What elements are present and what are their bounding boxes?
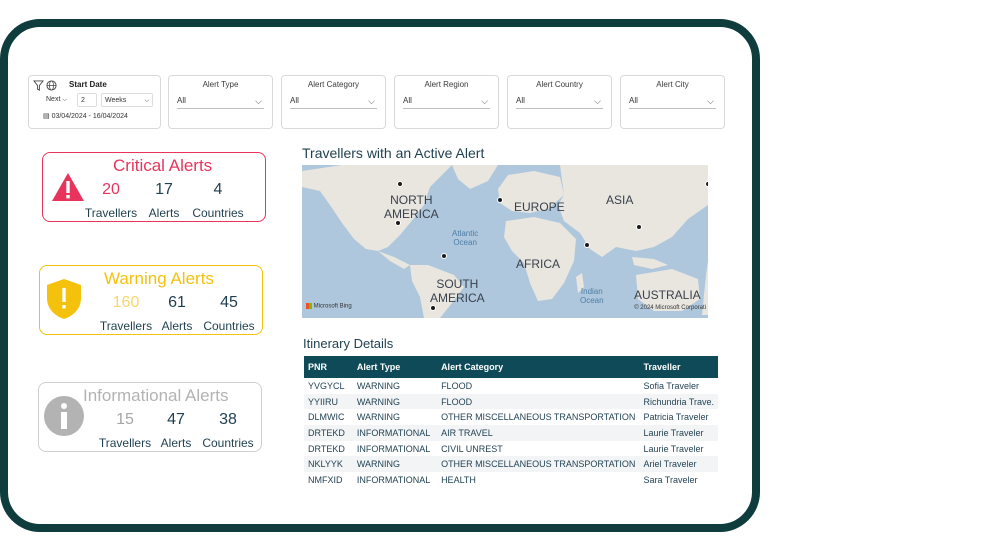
start-date-filter[interactable]: Start Date Next ⌵ 2 Weeks ⌵ ▤ 03/04/2024 … <box>28 75 161 129</box>
critical-title: Critical Alerts <box>113 156 213 175</box>
traveller-marker[interactable] <box>430 305 436 311</box>
column-header[interactable]: PNR <box>304 356 353 378</box>
chevron-down-icon: ⌵ <box>481 96 488 106</box>
warning-countries-count: 45 <box>220 294 238 311</box>
traveller-marker[interactable] <box>705 181 708 187</box>
warning-triangle-icon <box>52 173 84 201</box>
filter-icon[interactable] <box>33 80 44 91</box>
itinerary-title: Itinerary Details <box>303 336 394 351</box>
table-row[interactable]: DLMWIC WARNING OTHER MISCELLANEOUS TRANSPO… <box>304 409 718 425</box>
table-row[interactable]: YVGYCL WARNING FLOOD Sofia Traveler <box>304 378 718 394</box>
alert-type-filter[interactable]: Alert Type All ⌵ <box>168 75 273 129</box>
map-title: Travellers with an Active Alert <box>302 145 485 161</box>
unit-select[interactable]: Weeks ⌵ <box>101 93 153 107</box>
warning-title: Warning Alerts <box>104 269 214 288</box>
calendar-icon: ▤ <box>43 113 50 120</box>
info-circle-icon <box>44 396 84 436</box>
table-row[interactable]: DRTEKD INFORMATIONAL CIVIL UNREST Laurie Tr… <box>304 441 718 457</box>
start-date-title: Start Date <box>69 80 107 89</box>
table-row[interactable]: NMFXID INFORMATIONAL HEALTH Sara Traveler <box>304 472 718 488</box>
alert-city-select[interactable]: All ⌵ <box>629 94 716 109</box>
alert-type-select[interactable]: All ⌵ <box>177 94 264 109</box>
count-input[interactable]: 2 <box>77 93 97 107</box>
alert-country-title: Alert Country <box>536 80 583 89</box>
itinerary-table[interactable]: PNR Alert Type Alert Category Traveller … <box>304 356 718 488</box>
critical-travellers-count: 20 <box>102 181 120 198</box>
date-range: ▤ 03/04/2024 - 16/04/2024 <box>43 113 128 120</box>
critical-alerts-count: 17 <box>155 181 173 198</box>
column-header[interactable]: Alert Category <box>437 356 640 378</box>
alert-region-select[interactable]: All ⌵ <box>403 94 490 109</box>
warning-alerts-count: 61 <box>168 294 186 311</box>
chevron-down-icon: ⌵ <box>368 96 375 106</box>
atlantic-ocean-label: Atlantic Ocean <box>452 229 479 247</box>
alert-type-title: Alert Type <box>202 80 239 89</box>
indian-ocean-label: Indian Ocean <box>580 287 604 305</box>
bing-logo: Microsoft Bing <box>306 303 352 310</box>
table-row[interactable]: YYIIRU WARNING FLOOD Richundria Trave. <box>304 393 718 410</box>
chevron-down-icon: ⌵ <box>255 96 262 106</box>
countries-label: Countries <box>203 319 255 333</box>
informational-alerts-count: 47 <box>167 411 185 428</box>
traveller-marker[interactable] <box>441 253 447 259</box>
table-row[interactable]: NKLYYK WARNING OTHER MISCELLANEOUS TRANSPO… <box>304 456 718 473</box>
shield-exclamation-icon <box>47 279 81 319</box>
globe-icon[interactable] <box>46 80 57 91</box>
warning-alerts-card[interactable]: Warning Alerts 160 61 45 Travellers Aler… <box>39 265 263 335</box>
alert-category-title: Alert Category <box>307 80 360 89</box>
north-america-label: NORTH AMERICA <box>384 193 439 221</box>
table-header-row: PNR Alert Type Alert Category Traveller <box>304 356 718 378</box>
traveller-marker[interactable] <box>584 242 590 248</box>
alert-region-filter[interactable]: Alert Region All ⌵ <box>394 75 499 129</box>
alert-category-select[interactable]: All ⌵ <box>290 94 377 109</box>
column-header[interactable]: Alert Type <box>352 356 438 378</box>
alert-country-select[interactable]: All ⌵ <box>516 94 603 109</box>
traveller-marker[interactable] <box>636 224 642 230</box>
alert-city-title: Alert City <box>656 80 689 89</box>
asia-label: ASIA <box>606 193 634 207</box>
critical-alerts-card[interactable]: Critical Alerts 20 17 4 Travellers Alert… <box>42 152 266 222</box>
traveller-marker[interactable] <box>497 197 503 203</box>
south-america-label: SOUTH AMERICA <box>430 277 485 305</box>
alert-category-filter[interactable]: Alert Category All ⌵ <box>281 75 386 129</box>
travellers-map[interactable]: NORTH AMERICA EUROPE ASIA AFRICA SOUTH AME… <box>302 165 708 318</box>
table-row[interactable]: DRTEKD INFORMATIONAL AIR TRAVEL Laurie Trav… <box>304 425 718 441</box>
informational-countries-count: 38 <box>219 411 237 428</box>
dashboard-frame: Start Date Next ⌵ 2 Weeks ⌵ ▤ 03/04/2024 … <box>0 19 760 532</box>
chevron-down-icon: ⌵ <box>707 96 714 106</box>
informational-title: Informational Alerts <box>83 386 229 405</box>
critical-countries-count: 4 <box>213 181 223 198</box>
countries-label: Countries <box>202 436 254 450</box>
alert-country-filter[interactable]: Alert Country All ⌵ <box>507 75 612 129</box>
countries-label: Countries <box>192 206 244 220</box>
period-select[interactable]: Next ⌵ <box>43 93 71 107</box>
europe-label: EUROPE <box>514 200 565 214</box>
traveller-marker[interactable] <box>397 181 403 187</box>
informational-alerts-card[interactable]: Informational Alerts 15 47 38 Travellers… <box>38 382 262 452</box>
map-attribution: © 2024 Microsoft Corporati <box>634 305 706 311</box>
africa-label: AFRICA <box>516 257 561 271</box>
alert-region-title: Alert Region <box>424 80 469 89</box>
traveller-marker[interactable] <box>395 220 401 226</box>
alert-city-filter[interactable]: Alert City All ⌵ <box>620 75 725 129</box>
chevron-down-icon: ⌵ <box>594 96 601 106</box>
column-header[interactable]: Traveller <box>639 356 718 378</box>
australia-label: AUSTRALIA <box>634 288 701 302</box>
